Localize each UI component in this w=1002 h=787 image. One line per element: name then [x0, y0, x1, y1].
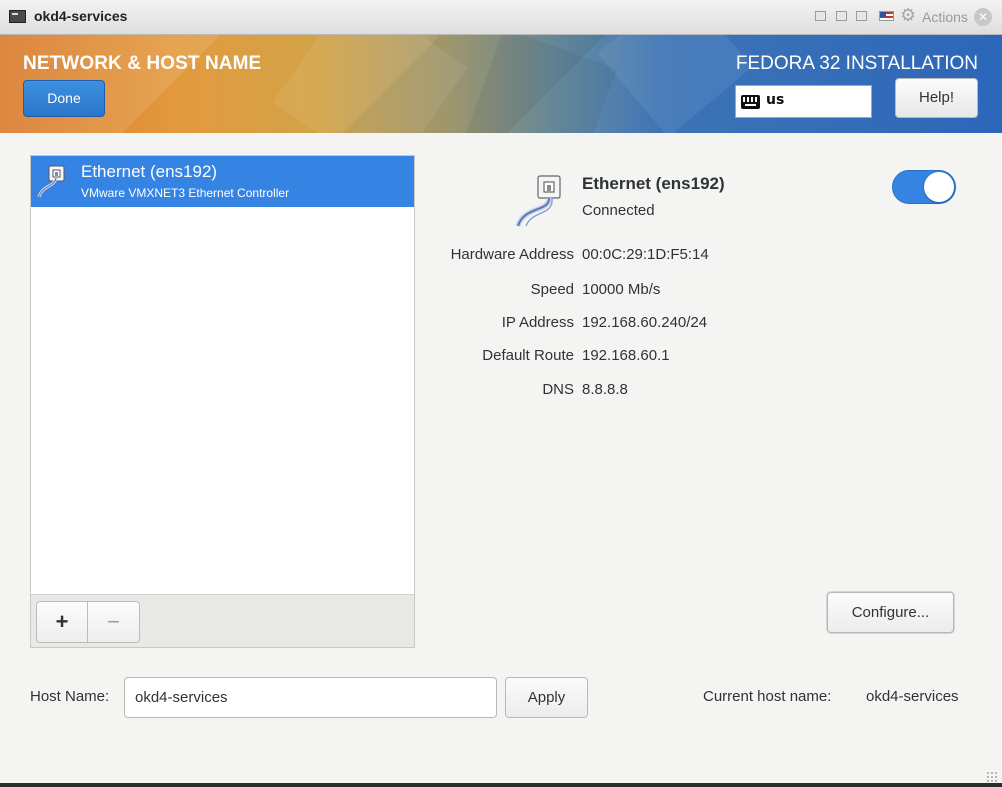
speed-value: 10000 Mb/s: [582, 281, 661, 298]
vm-console-titlebar: okd4-services ⚙ Actions ✕: [0, 0, 1002, 35]
dns-value: 8.8.8.8: [582, 381, 628, 398]
device-list-panel: Ethernet (ens192) VMware VMXNET3 Etherne…: [30, 155, 415, 648]
host-name-input[interactable]: [124, 677, 497, 718]
current-host-name-label: Current host name:: [703, 688, 832, 705]
ethernet-cable-icon: [515, 175, 561, 228]
minimize-icon[interactable]: [836, 11, 847, 21]
device-description: VMware VMXNET3 Ethernet Controller: [81, 186, 290, 200]
ip-address-label: IP Address: [501, 314, 574, 331]
page-title: NETWORK & HOST NAME: [23, 53, 262, 74]
done-button[interactable]: Done: [23, 80, 105, 117]
window-mode-icon[interactable]: [815, 11, 826, 21]
configure-button[interactable]: Configure...: [827, 592, 954, 633]
apply-button[interactable]: Apply: [505, 677, 588, 718]
speed-label: Speed: [530, 281, 574, 298]
close-icon[interactable]: ✕: [974, 8, 992, 26]
actions-menu[interactable]: Actions: [922, 9, 968, 25]
gear-icon[interactable]: ⚙: [900, 7, 916, 25]
toggle-knob: [924, 172, 954, 202]
keyboard-layout-label: us: [766, 92, 785, 108]
default-route-label: Default Route: [482, 347, 574, 364]
ethernet-cable-icon: [37, 165, 65, 198]
device-list-toolbar: + −: [31, 594, 414, 647]
hardware-address-value: 00:0C:29:1D:F5:14: [582, 246, 709, 263]
resize-grip-icon[interactable]: [986, 771, 998, 783]
device-enable-toggle[interactable]: [892, 170, 956, 204]
keyboard-layout-indicator[interactable]: us: [735, 85, 872, 118]
keyboard-flag-icon[interactable]: [879, 11, 894, 21]
installation-title: FEDORA 32 INSTALLATION: [735, 53, 978, 74]
device-name: Ethernet (ens192): [81, 162, 218, 181]
console-icon: [9, 10, 26, 23]
add-device-button[interactable]: +: [36, 601, 88, 643]
help-button[interactable]: Help!: [895, 78, 978, 118]
console-bottom-edge: [0, 783, 1002, 787]
default-route-value: 192.168.60.1: [582, 347, 670, 364]
detail-device-name: Ethernet (ens192): [582, 174, 725, 193]
installer-header: NETWORK & HOST NAME Done FEDORA 32 INSTA…: [0, 35, 1002, 133]
hardware-address-label: Hardware Address: [450, 246, 574, 263]
connection-status: Connected: [582, 202, 655, 219]
host-name-label: Host Name:: [30, 688, 110, 705]
device-list-item[interactable]: Ethernet (ens192) VMware VMXNET3 Etherne…: [31, 156, 414, 207]
window-title: okd4-services: [34, 8, 128, 24]
current-host-name-value: okd4-services: [866, 688, 959, 705]
keyboard-icon: [741, 95, 760, 109]
maximize-icon[interactable]: [856, 11, 867, 21]
ip-address-value: 192.168.60.240/24: [582, 314, 708, 331]
dns-label: DNS: [542, 381, 574, 398]
remove-device-button[interactable]: −: [88, 601, 140, 643]
